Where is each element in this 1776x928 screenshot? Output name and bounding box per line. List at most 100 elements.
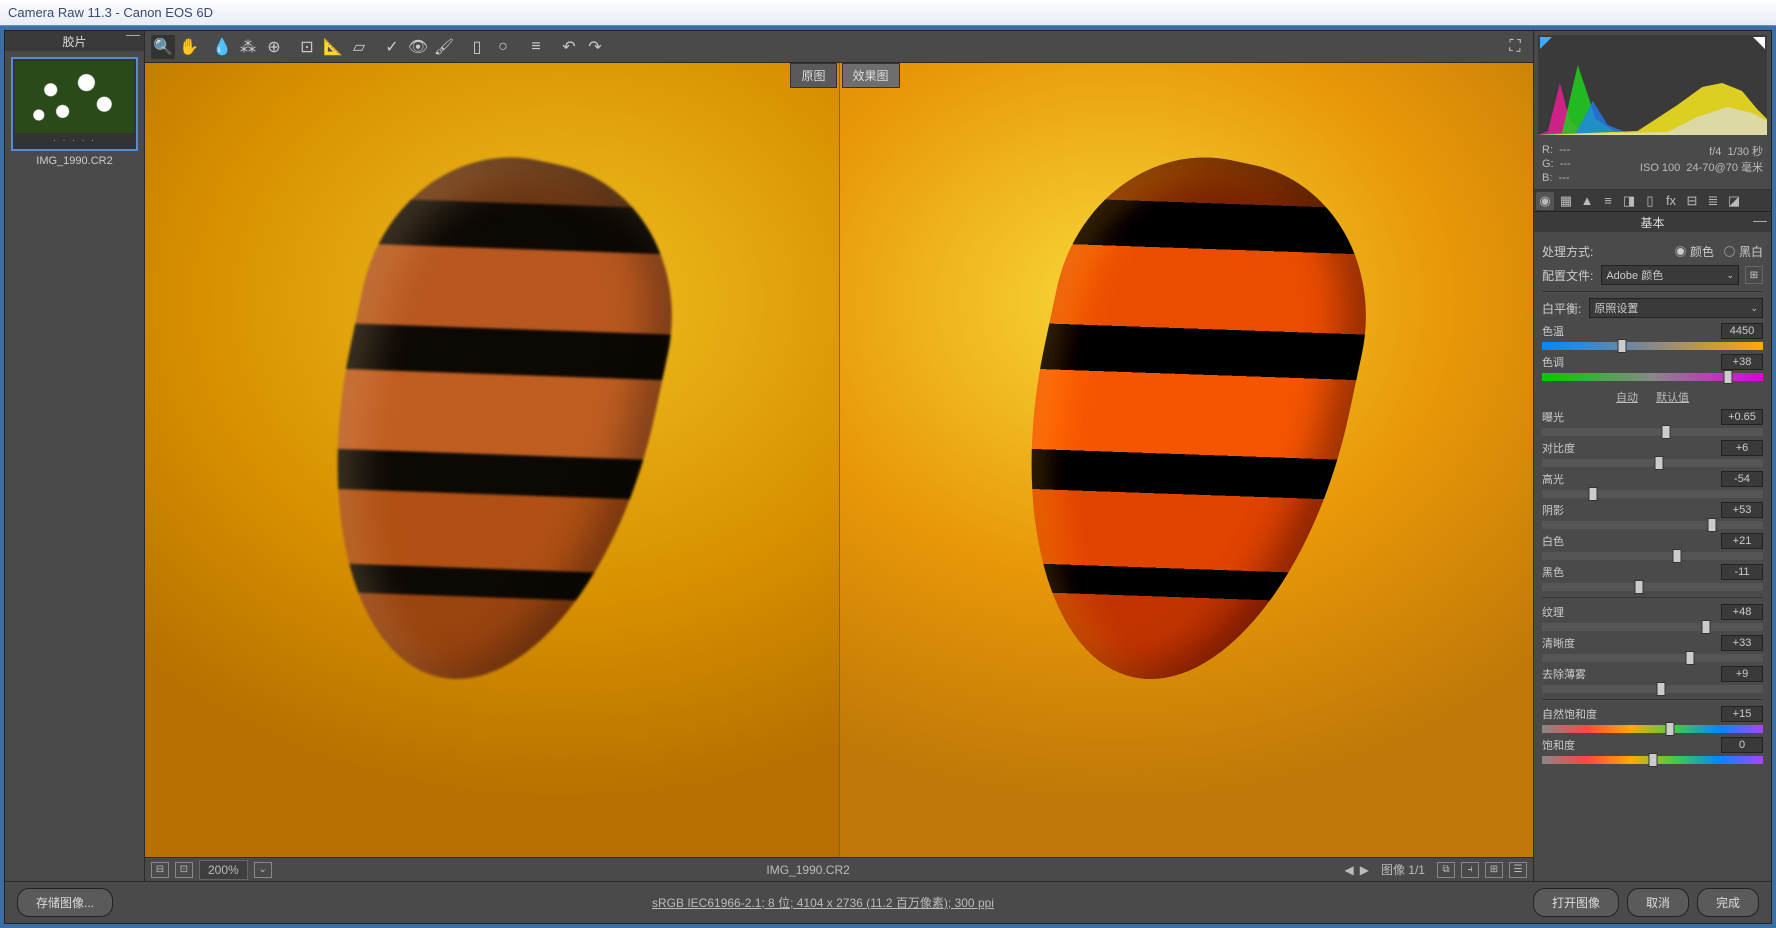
fullscreen-icon[interactable]: ⛶ [1503, 35, 1527, 59]
tab-snapshots[interactable]: ◪ [1725, 192, 1743, 210]
thumbnail[interactable]: · · · · · [11, 57, 138, 151]
slider-白色[interactable]: 白色+21 [1542, 533, 1763, 560]
slider-value[interactable]: +21 [1721, 533, 1763, 549]
histogram[interactable] [1538, 35, 1767, 135]
done-button[interactable]: 完成 [1697, 888, 1759, 917]
rotate-ccw-icon[interactable]: ↶ [557, 35, 581, 59]
tab-lens[interactable]: ▯ [1641, 192, 1659, 210]
slider-去除薄雾[interactable]: 去除薄雾+9 [1542, 666, 1763, 693]
slider-label: 高光 [1542, 471, 1564, 487]
slider-track[interactable] [1542, 725, 1763, 733]
tab-detail[interactable]: ▲ [1578, 192, 1596, 210]
slider-value[interactable]: +6 [1721, 440, 1763, 456]
adjust-brush-tool[interactable]: 🖌 [432, 35, 456, 59]
slider-track[interactable] [1542, 459, 1763, 467]
rotate-cw-icon[interactable]: ↷ [583, 35, 607, 59]
white-balance-tool[interactable]: 💧 [210, 35, 234, 59]
slider-value[interactable]: 0 [1721, 737, 1763, 753]
slider-高光[interactable]: 高光 -54 [1542, 471, 1763, 498]
slider-自然饱和度[interactable]: 自然饱和度 +15 [1542, 706, 1763, 733]
tab-curve[interactable]: ▦ [1557, 192, 1575, 210]
profile-browser-icon[interactable]: ⊞ [1745, 266, 1763, 284]
tab-calib[interactable]: ⊟ [1683, 192, 1701, 210]
slider-value[interactable]: +9 [1721, 666, 1763, 682]
zoom-level[interactable]: 200% [199, 860, 248, 880]
slider-value[interactable]: +0.65 [1721, 409, 1763, 425]
zoom-tool[interactable]: 🔍 [151, 35, 175, 59]
color-sampler-tool[interactable]: ⁂ [236, 35, 260, 59]
slider-value[interactable]: 4450 [1721, 323, 1763, 339]
thumbnail-rating[interactable]: · · · · · [15, 133, 134, 147]
target-adjust-tool[interactable]: ⊕ [262, 35, 286, 59]
slider-value[interactable]: +33 [1721, 635, 1763, 651]
crop-tool[interactable]: ⊡ [295, 35, 319, 59]
cancel-button[interactable]: 取消 [1627, 888, 1689, 917]
auto-link[interactable]: 自动 [1616, 389, 1638, 405]
slider-value[interactable]: -54 [1721, 471, 1763, 487]
tab-split[interactable]: ◨ [1620, 192, 1638, 210]
redeye-tool[interactable]: 👁 [406, 35, 430, 59]
treatment-bw-radio[interactable]: 黑白 [1724, 243, 1763, 260]
filmstrip-menu-icon[interactable] [126, 35, 140, 38]
panel-menu-icon[interactable] [1753, 221, 1767, 224]
slider-track[interactable] [1542, 685, 1763, 693]
grad-filter-tool[interactable]: ▯ [465, 35, 489, 59]
compare-b-icon[interactable]: ⫞ [1461, 862, 1479, 878]
hand-tool[interactable]: ✋ [177, 35, 201, 59]
open-image-button[interactable]: 打开图像 [1533, 888, 1619, 917]
tab-hsl[interactable]: ≡ [1599, 192, 1617, 210]
nav-prev-icon[interactable]: ◀ [1345, 863, 1354, 877]
straighten-tool[interactable]: 📐 [321, 35, 345, 59]
save-image-button[interactable]: 存储图像... [17, 888, 113, 917]
slider-value[interactable]: +38 [1721, 354, 1763, 370]
footer: 存储图像... sRGB IEC61966-2.1; 8 位; 4104 x 2… [5, 881, 1771, 923]
slider-track[interactable] [1542, 756, 1763, 764]
slider-track[interactable] [1542, 521, 1763, 529]
transform-tool[interactable]: ▱ [347, 35, 371, 59]
slider-value[interactable]: -11 [1721, 564, 1763, 580]
default-link[interactable]: 默认值 [1656, 389, 1689, 405]
tab-basic[interactable]: ◉ [1536, 192, 1554, 210]
slider-track[interactable] [1542, 373, 1763, 381]
slider-饱和度[interactable]: 饱和度0 [1542, 737, 1763, 764]
spot-removal-tool[interactable]: ✓ [380, 35, 404, 59]
profile-combo[interactable]: Adobe 颜色⌄ [1601, 265, 1739, 285]
slider-value[interactable]: +15 [1721, 706, 1763, 722]
slider-track[interactable] [1542, 654, 1763, 662]
slider-track[interactable] [1542, 552, 1763, 560]
shadow-clip-icon[interactable] [1540, 37, 1552, 49]
panel-toggle-icon[interactable]: ☰ [1509, 862, 1527, 878]
radial-filter-tool[interactable]: ○ [491, 35, 515, 59]
wb-combo[interactable]: 原照设置⌄ [1589, 298, 1763, 318]
slider-对比度[interactable]: 对比度+6 [1542, 440, 1763, 467]
slider-label: 自然饱和度 [1542, 706, 1597, 722]
slider-track[interactable] [1542, 623, 1763, 631]
slider-value[interactable]: +53 [1721, 502, 1763, 518]
slider-track[interactable] [1542, 428, 1763, 436]
prefs-icon[interactable]: ≡ [524, 35, 548, 59]
compare-c-icon[interactable]: ⊞ [1485, 862, 1503, 878]
slider-track[interactable] [1542, 490, 1763, 498]
nav-next-icon[interactable]: ▶ [1360, 863, 1369, 877]
slider-色调[interactable]: 色调+38 [1542, 354, 1763, 381]
panel-tabs: ◉ ▦ ▲ ≡ ◨ ▯ fx ⊟ ≣ ◪ [1534, 190, 1771, 212]
view-mode-a-icon[interactable]: ⊟ [151, 862, 169, 878]
compare-a-icon[interactable]: ⧉ [1437, 862, 1455, 878]
slider-track[interactable] [1542, 583, 1763, 591]
slider-色温[interactable]: 色温4450 [1542, 323, 1763, 350]
slider-阴影[interactable]: 阴影+53 [1542, 502, 1763, 529]
slider-曝光[interactable]: 曝光+0.65 [1542, 409, 1763, 436]
slider-track[interactable] [1542, 342, 1763, 350]
tab-presets[interactable]: ≣ [1704, 192, 1722, 210]
view-mode-b-icon[interactable]: ⊡ [175, 862, 193, 878]
slider-黑色[interactable]: 黑色-11 [1542, 564, 1763, 591]
slider-纹理[interactable]: 纹理+48 [1542, 604, 1763, 631]
workflow-info[interactable]: sRGB IEC61966-2.1; 8 位; 4104 x 2736 (11.… [121, 894, 1525, 911]
zoom-dropdown-icon[interactable]: ⌄ [254, 862, 272, 878]
highlight-clip-icon[interactable] [1753, 37, 1765, 49]
slider-value[interactable]: +48 [1721, 604, 1763, 620]
treatment-color-radio[interactable]: 颜色 [1675, 243, 1714, 260]
tab-fx[interactable]: fx [1662, 192, 1680, 210]
slider-清晰度[interactable]: 清晰度+33 [1542, 635, 1763, 662]
preview-area[interactable]: 原图 效果图 [145, 63, 1533, 857]
